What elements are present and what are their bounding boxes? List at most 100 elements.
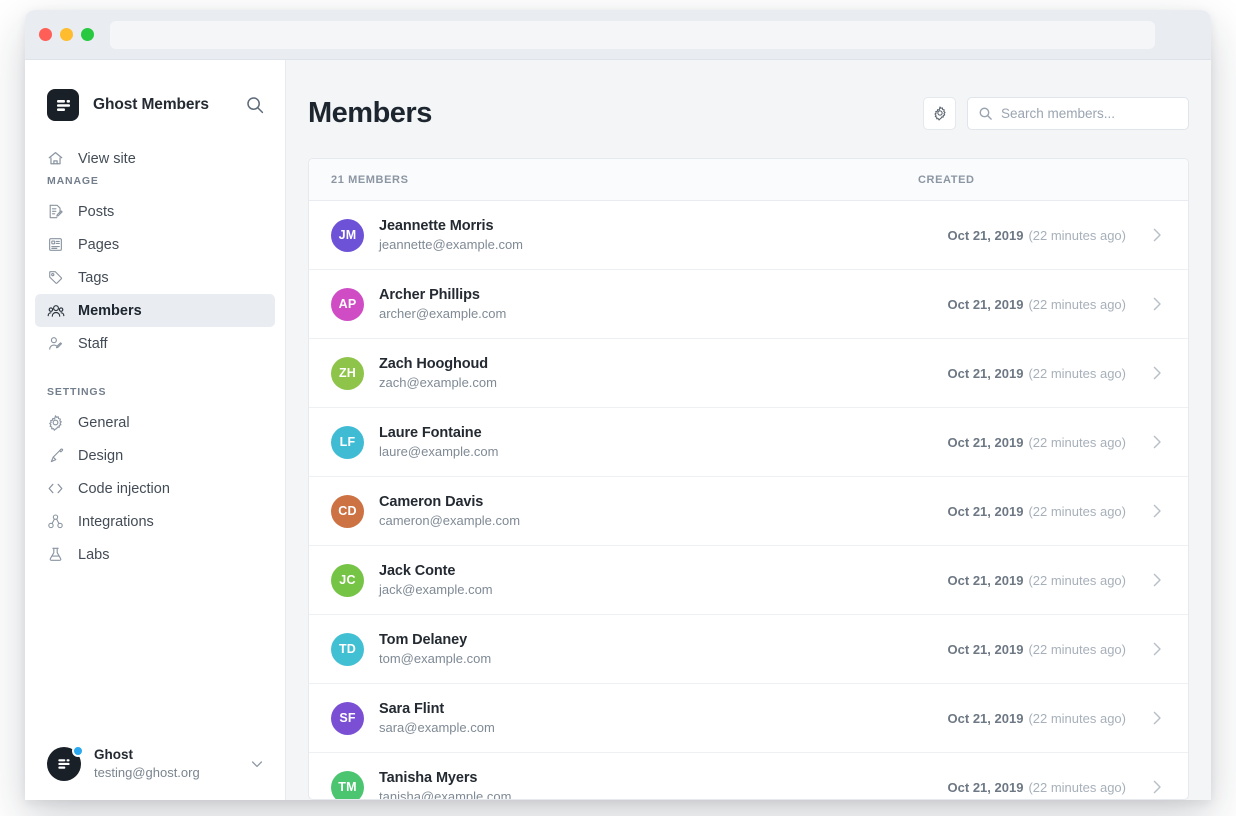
- close-window-button[interactable]: [39, 28, 52, 41]
- chevron-down-icon[interactable]: [249, 756, 265, 772]
- created-cell: Oct 21, 2019 (22 minutes ago): [878, 435, 1126, 450]
- sidebar: Ghost Members View site: [25, 60, 286, 800]
- table-row[interactable]: TMTanisha Myerstanisha@example.comOct 21…: [309, 753, 1188, 799]
- created-date: Oct 21, 2019: [948, 366, 1024, 381]
- avatar: JM: [331, 219, 364, 252]
- table-row[interactable]: LFLaure Fontainelaure@example.comOct 21,…: [309, 408, 1188, 477]
- created-date: Oct 21, 2019: [948, 573, 1024, 588]
- table-row[interactable]: JCJack Contejack@example.comOct 21, 2019…: [309, 546, 1188, 615]
- member-info: Tom Delaneytom@example.com: [379, 630, 878, 668]
- window-controls: [39, 28, 94, 41]
- sidebar-item-general[interactable]: General: [35, 406, 275, 439]
- sidebar-item-label: Integrations: [78, 514, 154, 530]
- sidebar-item-code-injection[interactable]: Code injection: [35, 472, 275, 505]
- created-cell: Oct 21, 2019(22 minutes ago): [878, 228, 1126, 243]
- created-relative: (22 minutes ago): [1028, 573, 1126, 588]
- member-email: archer@example.com: [379, 305, 878, 323]
- search-members-box[interactable]: [967, 97, 1189, 130]
- sidebar-item-tags[interactable]: Tags: [35, 261, 275, 294]
- chevron-right-icon[interactable]: [1148, 502, 1166, 520]
- user-profile-menu[interactable]: Ghost testing@ghost.org: [25, 728, 285, 800]
- table-row[interactable]: ZH Zach Hooghoudzach@example.com Oct 21, 2…: [309, 339, 1188, 408]
- tag-icon: [46, 268, 65, 287]
- sidebar-section-manage-label: Manage: [25, 175, 285, 187]
- member-info: Cameron Daviscameron@example.com: [379, 492, 878, 530]
- chevron-right-icon[interactable]: [1148, 709, 1166, 727]
- created-date: Oct 21, 2019: [948, 642, 1024, 657]
- members-settings-button[interactable]: [923, 97, 956, 130]
- created-date: Oct 21, 2019: [948, 504, 1024, 519]
- members-list: JM Jeannette Morrisjeannette@example.com O…: [309, 201, 1188, 799]
- member-name: Tanisha Myers: [379, 768, 878, 788]
- member-name: Jeannette Morris: [379, 216, 878, 236]
- created-relative: (22 minutes ago): [1028, 435, 1126, 450]
- search-input[interactable]: [1001, 106, 1178, 121]
- table-row[interactable]: APArcher Phillipsarcher@example.comOct 2…: [309, 270, 1188, 339]
- chevron-right-icon[interactable]: [1148, 433, 1166, 451]
- browser-titlebar: [25, 10, 1211, 60]
- created-cell: Oct 21, 2019(22 minutes ago): [878, 642, 1126, 657]
- member-info: Zach Hooghoudzach@example.com: [379, 354, 878, 392]
- maximize-window-button[interactable]: [81, 28, 94, 41]
- avatar: TM: [331, 771, 364, 800]
- chevron-right-icon[interactable]: [1148, 640, 1166, 658]
- chevron-right-icon[interactable]: [1148, 226, 1166, 244]
- main-content: Members: [286, 60, 1211, 800]
- profile-text: Ghost testing@ghost.org: [94, 746, 249, 782]
- table-row[interactable]: CDCameron Daviscameron@example.comOct 21…: [309, 477, 1188, 546]
- member-info: Sara Flintsara@example.com: [379, 699, 878, 737]
- app-body: Ghost Members View site: [25, 60, 1211, 800]
- sidebar-section-settings-label: Settings: [25, 386, 285, 398]
- created-cell: Oct 21, 2019(22 minutes ago): [878, 780, 1126, 795]
- created-relative: (22 minutes ago): [1028, 711, 1126, 726]
- member-email: cameron@example.com: [379, 512, 878, 530]
- avatar: TD: [331, 633, 364, 666]
- avatar: ZH: [331, 357, 364, 390]
- created-relative: (22 minutes ago): [1028, 504, 1126, 519]
- table-row[interactable]: SFSara Flintsara@example.comOct 21, 2019…: [309, 684, 1188, 753]
- sidebar-item-pages[interactable]: Pages: [35, 228, 275, 261]
- sidebar-item-labs[interactable]: Labs: [35, 538, 275, 571]
- column-header-members: 21 MEMBERS: [331, 174, 918, 186]
- created-date: Oct 21, 2019: [948, 228, 1024, 243]
- minimize-window-button[interactable]: [60, 28, 73, 41]
- table-row[interactable]: JMJeannette Morrisjeannette@example.comO…: [309, 201, 1188, 270]
- status-badge: [72, 745, 84, 757]
- url-bar[interactable]: [110, 21, 1155, 49]
- integrations-icon: [46, 512, 65, 531]
- members-icon: [46, 301, 65, 320]
- created-date: Oct 21, 2019: [948, 435, 1024, 450]
- member-email: laure@example.com: [379, 443, 878, 461]
- chevron-right-icon[interactable]: [1148, 778, 1166, 796]
- chevron-right-icon[interactable]: [1148, 364, 1166, 382]
- member-email: tom@example.com: [379, 650, 878, 668]
- member-name: Zach Hooghoud: [379, 354, 878, 374]
- created-relative: (22 minutes ago): [1028, 780, 1126, 795]
- member-info: Jack Contejack@example.com: [379, 561, 878, 599]
- sidebar-item-label: General: [78, 415, 130, 431]
- member-name: Laure Fontaine: [379, 423, 878, 443]
- sidebar-item-label: Members: [78, 303, 142, 319]
- sidebar-item-posts[interactable]: Posts: [35, 195, 275, 228]
- created-cell: Oct 21, 2019(22 minutes ago): [878, 297, 1126, 312]
- sidebar-item-view-site[interactable]: View site: [35, 142, 275, 175]
- sidebar-item-integrations[interactable]: Integrations: [35, 505, 275, 538]
- sidebar-item-label: View site: [78, 151, 136, 167]
- member-name: Jack Conte: [379, 561, 878, 581]
- sidebar-item-design[interactable]: Design: [35, 439, 275, 472]
- browser-window: Ghost Members View site: [25, 10, 1211, 800]
- main-header: Members: [308, 60, 1189, 158]
- avatar: AP: [331, 288, 364, 321]
- sidebar-item-label: Tags: [78, 270, 109, 286]
- avatar: LF: [331, 426, 364, 459]
- chevron-right-icon[interactable]: [1148, 295, 1166, 313]
- sidebar-item-staff[interactable]: Staff: [35, 327, 275, 360]
- table-header: 21 MEMBERS CREATED: [309, 159, 1188, 201]
- sidebar-item-members[interactable]: Members: [35, 294, 275, 327]
- search-icon[interactable]: [245, 95, 265, 115]
- sidebar-item-label: Code injection: [78, 481, 170, 497]
- table-row[interactable]: TDTom Delaneytom@example.comOct 21, 2019…: [309, 615, 1188, 684]
- chevron-right-icon[interactable]: [1148, 571, 1166, 589]
- code-icon: [46, 479, 65, 498]
- member-info: Jeannette Morrisjeannette@example.com: [379, 216, 878, 254]
